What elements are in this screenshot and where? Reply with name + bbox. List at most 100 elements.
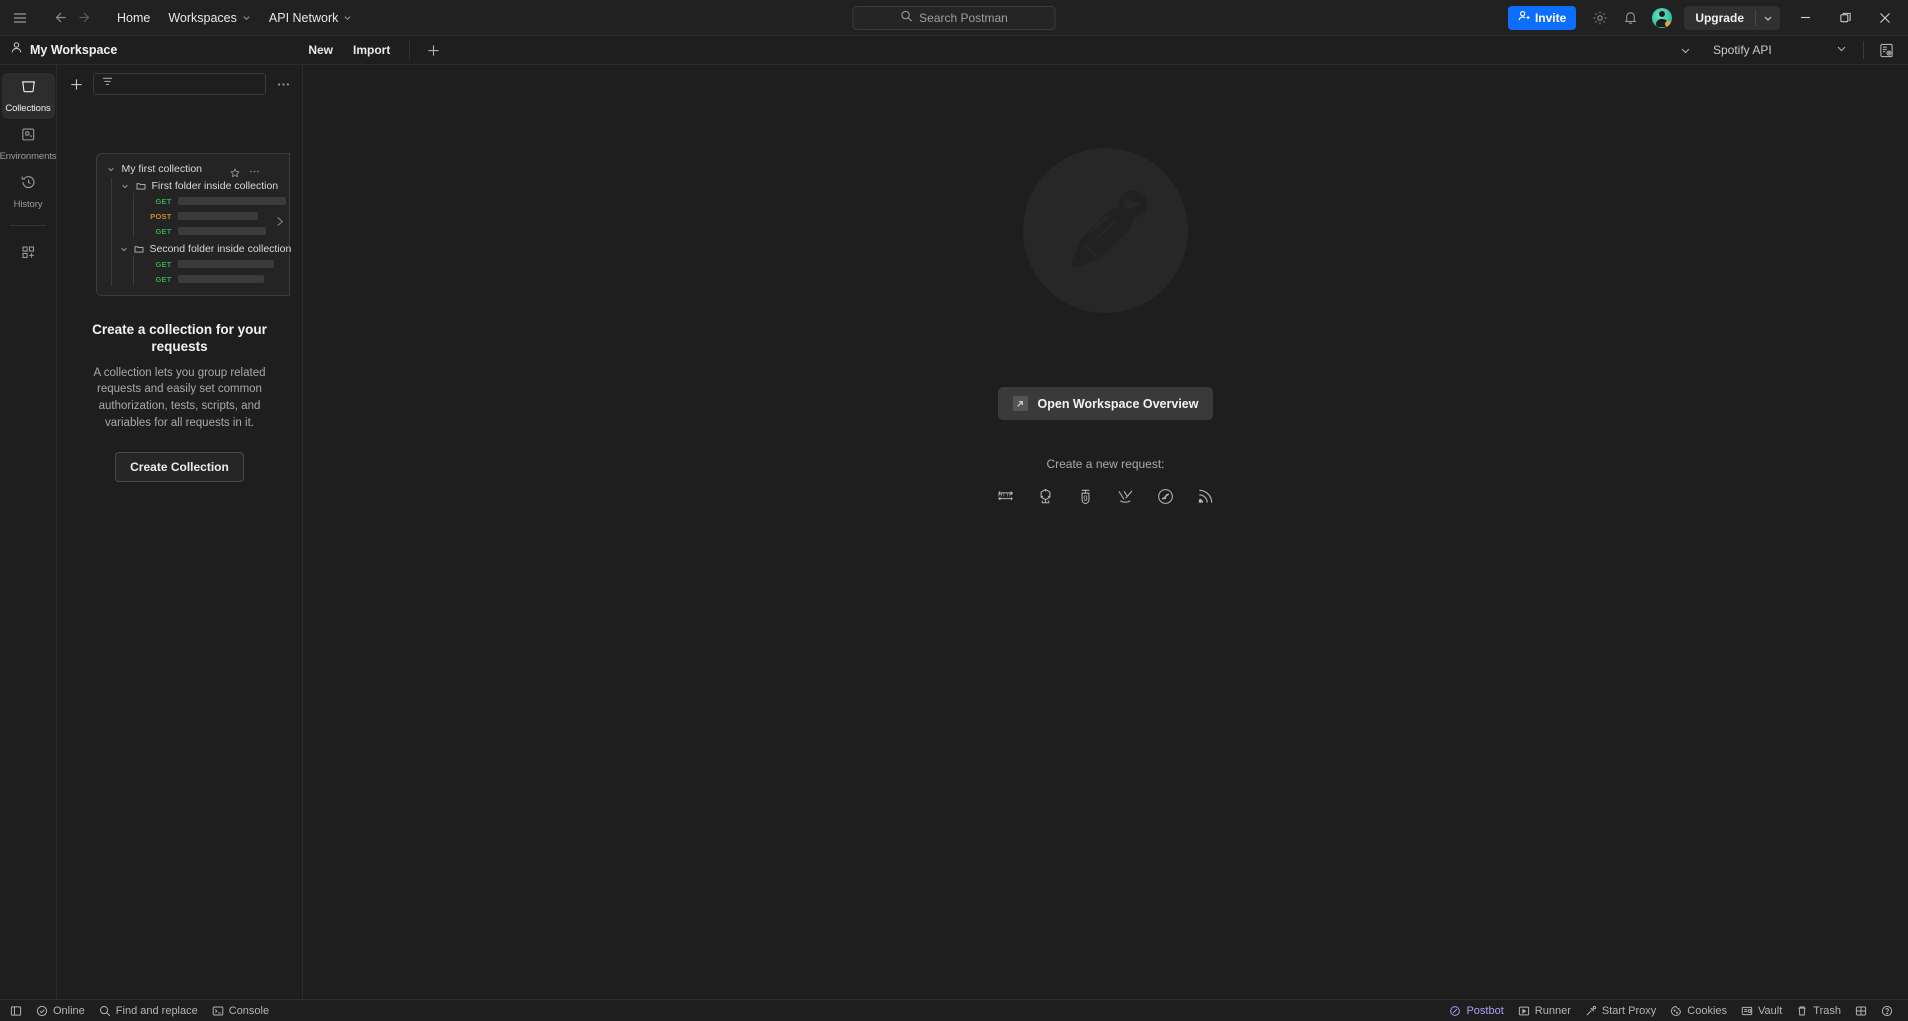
create-collection-button[interactable]: Create Collection bbox=[115, 452, 244, 483]
sidebar-item-collections[interactable]: Collections bbox=[1, 73, 55, 119]
empty-state-title: Create a collection for your requests bbox=[92, 322, 267, 354]
nav-workspaces-label: Workspaces bbox=[168, 10, 237, 25]
chevron-down-icon bbox=[1836, 43, 1847, 57]
start-proxy-button[interactable]: Start Proxy bbox=[1578, 1005, 1663, 1017]
status-online[interactable]: Online bbox=[29, 1000, 92, 1021]
trash-icon bbox=[1796, 1005, 1808, 1017]
sidebar-item-history-label: History bbox=[13, 199, 43, 210]
search-placeholder: Search Postman bbox=[919, 10, 1008, 25]
socketio-request-icon[interactable] bbox=[1154, 485, 1177, 508]
hamburger-menu-icon[interactable] bbox=[6, 4, 34, 32]
websocket-request-icon[interactable] bbox=[1114, 485, 1137, 508]
runner-button[interactable]: Runner bbox=[1511, 1005, 1578, 1017]
empty-state-description: A collection lets you group related requ… bbox=[93, 366, 266, 429]
illustration-request: GET bbox=[150, 223, 289, 238]
environment-selector[interactable]: Spotify API bbox=[1705, 39, 1855, 61]
upgrade-label: Upgrade bbox=[1695, 10, 1744, 25]
nav-api-network-label: API Network bbox=[268, 10, 339, 25]
console-icon bbox=[212, 1005, 224, 1017]
import-button[interactable]: Import bbox=[344, 40, 399, 60]
collections-toolbar bbox=[57, 65, 302, 103]
nav-workspaces[interactable]: Workspaces bbox=[159, 7, 260, 29]
upgrade-group: Upgrade bbox=[1684, 5, 1780, 30]
postbot-label: Postbot bbox=[1466, 1004, 1504, 1017]
folder-icon bbox=[136, 181, 146, 191]
bell-icon[interactable] bbox=[1616, 4, 1644, 32]
illustration-collection-row: My first collection bbox=[106, 161, 289, 176]
gear-icon[interactable] bbox=[1586, 4, 1614, 32]
environments-icon bbox=[20, 126, 37, 148]
illustration-request: POST bbox=[150, 208, 289, 223]
request-method: GET bbox=[155, 259, 172, 269]
back-arrow-icon[interactable] bbox=[46, 4, 72, 32]
sidebar-toggle-icon[interactable] bbox=[8, 1000, 29, 1021]
vault-label: Vault bbox=[1758, 1004, 1783, 1017]
search-input[interactable]: Search Postman bbox=[852, 5, 1056, 30]
trash-button[interactable]: Trash bbox=[1789, 1005, 1848, 1017]
upgrade-caret-button[interactable] bbox=[1756, 6, 1780, 30]
main-content-area: Open Workspace Overview Create a new req… bbox=[303, 65, 1908, 999]
vault-button[interactable]: Vault bbox=[1734, 1005, 1789, 1017]
collection-illustration: My first collection First folder inside … bbox=[75, 153, 291, 296]
invite-button[interactable]: Invite bbox=[1507, 5, 1577, 30]
postman-rocket-logo bbox=[1023, 148, 1188, 313]
sidebar-rail: Collections Environments History bbox=[0, 65, 57, 999]
sidebar-item-environments-label: Environments bbox=[0, 151, 57, 162]
minimize-icon[interactable] bbox=[1786, 0, 1824, 36]
grpc-request-icon[interactable] bbox=[1034, 485, 1057, 508]
top-nav-left-group: Home Workspaces API Network bbox=[0, 4, 361, 32]
http-request-icon[interactable]: HTTP bbox=[994, 485, 1017, 508]
request-name-placeholder bbox=[177, 275, 264, 283]
sidebar-item-environments[interactable]: Environments bbox=[0, 121, 57, 167]
runner-label: Runner bbox=[1534, 1004, 1571, 1017]
collections-filter-input[interactable] bbox=[93, 73, 266, 95]
status-bar: Online Find and replace Console Postbot … bbox=[0, 999, 1908, 1021]
nav-api-network[interactable]: API Network bbox=[260, 7, 361, 29]
create-new-request-label: Create a new request: bbox=[1046, 457, 1165, 471]
illustration-requests-1: GET POST GET bbox=[132, 193, 289, 238]
divider bbox=[409, 40, 411, 60]
illustration-request: GET bbox=[150, 271, 289, 286]
console-button[interactable]: Console bbox=[205, 1000, 276, 1021]
avatar[interactable] bbox=[1652, 7, 1673, 28]
chevron-down-icon bbox=[242, 11, 251, 25]
forward-arrow-icon[interactable] bbox=[72, 4, 98, 32]
new-tab-button[interactable] bbox=[420, 43, 447, 58]
folder-icon bbox=[134, 244, 144, 254]
environment-quick-look-icon[interactable] bbox=[1872, 36, 1900, 64]
trash-label: Trash bbox=[1813, 1004, 1841, 1017]
sidebar-item-history[interactable]: History bbox=[2, 169, 55, 215]
runner-play-icon bbox=[1518, 1005, 1530, 1017]
create-new-button[interactable] bbox=[65, 77, 87, 92]
help-question-icon[interactable] bbox=[1874, 1005, 1900, 1017]
postbot-button[interactable]: Postbot bbox=[1442, 1005, 1510, 1017]
upgrade-button[interactable]: Upgrade bbox=[1684, 6, 1755, 30]
divider bbox=[1863, 41, 1864, 59]
mqtt-request-icon[interactable] bbox=[1194, 485, 1217, 508]
status-online-label: Online bbox=[53, 1004, 85, 1017]
open-workspace-overview-button[interactable]: Open Workspace Overview bbox=[997, 387, 1214, 420]
sidebar-item-add-apps[interactable] bbox=[2, 232, 55, 278]
close-icon[interactable] bbox=[1866, 0, 1904, 36]
cookies-button[interactable]: Cookies bbox=[1663, 1005, 1734, 1017]
workspace-bar: My Workspace New Import Spotify API bbox=[0, 36, 1908, 65]
filter-icon bbox=[101, 75, 114, 93]
workspace-selector[interactable]: My Workspace bbox=[0, 41, 117, 59]
request-method: GET bbox=[155, 274, 172, 284]
nav-home[interactable]: Home bbox=[108, 7, 159, 29]
new-button[interactable]: New bbox=[299, 40, 342, 60]
request-name-placeholder bbox=[177, 212, 258, 220]
proxy-icon bbox=[1585, 1005, 1597, 1017]
online-check-icon bbox=[36, 1005, 48, 1017]
illustration-folder-name: First folder inside collection bbox=[151, 179, 279, 192]
maximize-restore-icon[interactable] bbox=[1826, 0, 1864, 36]
tabs-overflow-caret[interactable] bbox=[1666, 45, 1705, 56]
chevron-down-icon bbox=[106, 165, 116, 173]
illustration-folder-row: Second folder inside collection bbox=[120, 241, 291, 256]
graphql-request-icon[interactable]: g bbox=[1074, 485, 1097, 508]
find-and-replace-button[interactable]: Find and replace bbox=[92, 1000, 205, 1021]
more-options-icon[interactable] bbox=[272, 77, 294, 92]
top-nav-right-group: Invite Upgrade bbox=[1507, 0, 1908, 36]
layout-panes-icon[interactable] bbox=[1848, 1005, 1874, 1017]
chevron-right-icon bbox=[273, 215, 286, 233]
